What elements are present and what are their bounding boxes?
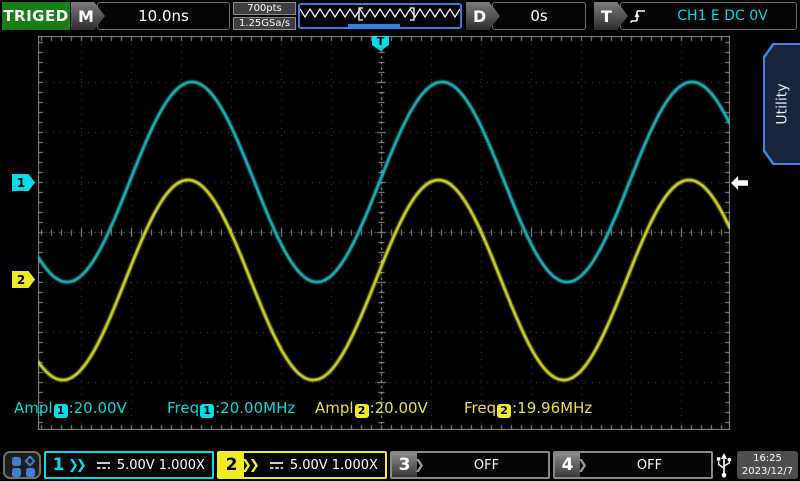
scope-canvas	[38, 36, 730, 430]
menu-icon	[26, 468, 35, 477]
utility-menu-tab[interactable]: Utility	[763, 43, 800, 165]
channel-badge: 2	[497, 404, 511, 418]
utility-tab-label: Utility	[775, 83, 791, 124]
chevron-icon: ❯	[249, 458, 260, 473]
channel-badge: 1	[200, 404, 214, 418]
channel-badge: 1	[54, 404, 68, 418]
sample-rate: 1.25GSa/s	[233, 17, 296, 30]
menu-diamond-icon	[24, 455, 35, 466]
time: 16:25	[737, 452, 798, 465]
datetime-display: 16:25 2023/12/7	[737, 451, 798, 479]
preview-window-handle	[348, 24, 400, 27]
channel2-status-box[interactable]: 2 ❯ ❯ 5.00V 1.000X	[217, 451, 387, 479]
channel1-status-box[interactable]: 1 ❯ ❯ 5.00V 1.000X	[44, 451, 214, 479]
trigger-settings[interactable]: CH1 E DC 0V	[620, 2, 797, 30]
delay-value[interactable]: 0s	[492, 2, 586, 30]
trigger-level-arrow[interactable]	[731, 176, 748, 190]
measurement-ampl-ch2: Ampl2:20.00V	[315, 399, 428, 418]
menu-icon	[12, 457, 21, 466]
oscilloscope-screen: TRIGED M 10.0ns 700pts 1.25GSa/s D 0s T …	[0, 0, 800, 481]
measurement-freq-ch2: Freq2:19.96MHz	[464, 399, 592, 418]
menu-icon	[12, 468, 21, 477]
chevron-icon: ❯	[76, 458, 87, 473]
dc-coupling-icon	[95, 460, 112, 471]
channel1-scale: 5.00V 1.000X	[117, 458, 205, 473]
trigger-source-info: CH1 E DC 0V	[655, 8, 796, 24]
waveform-preview-window[interactable]	[298, 3, 462, 29]
channel2-scale: 5.00V 1.000X	[290, 458, 378, 473]
trigger-status-badge: TRIGED	[2, 2, 70, 30]
channel4-status-box[interactable]: 4 ❯ OFF	[553, 451, 713, 479]
preview-waveform	[300, 5, 460, 27]
channel3-status-box[interactable]: 3 ❯ OFF	[390, 451, 550, 479]
measurement-freq-ch1: Freq1:20.00MHz	[167, 399, 295, 418]
channel4-state: OFF	[637, 458, 662, 473]
date: 2023/12/7	[737, 465, 798, 478]
timebase-value[interactable]: 10.0ns	[97, 2, 230, 30]
measurement-ampl-ch1: Ampl1:20.00V	[14, 399, 127, 418]
memory-depth: 700pts	[233, 2, 296, 15]
waveform-display	[38, 36, 730, 430]
usb-icon	[714, 451, 734, 479]
channel3-state: OFF	[474, 458, 499, 473]
channel1-level-marker[interactable]: 1	[12, 174, 35, 191]
dc-coupling-icon	[268, 460, 285, 471]
channel2-level-marker[interactable]: 2	[12, 271, 35, 288]
rising-edge-icon	[629, 8, 647, 24]
chevron-icon: ❯	[414, 458, 425, 473]
chevron-icon: ❯	[577, 458, 588, 473]
channel-badge: 2	[355, 404, 369, 418]
home-menu-button[interactable]	[3, 451, 41, 479]
